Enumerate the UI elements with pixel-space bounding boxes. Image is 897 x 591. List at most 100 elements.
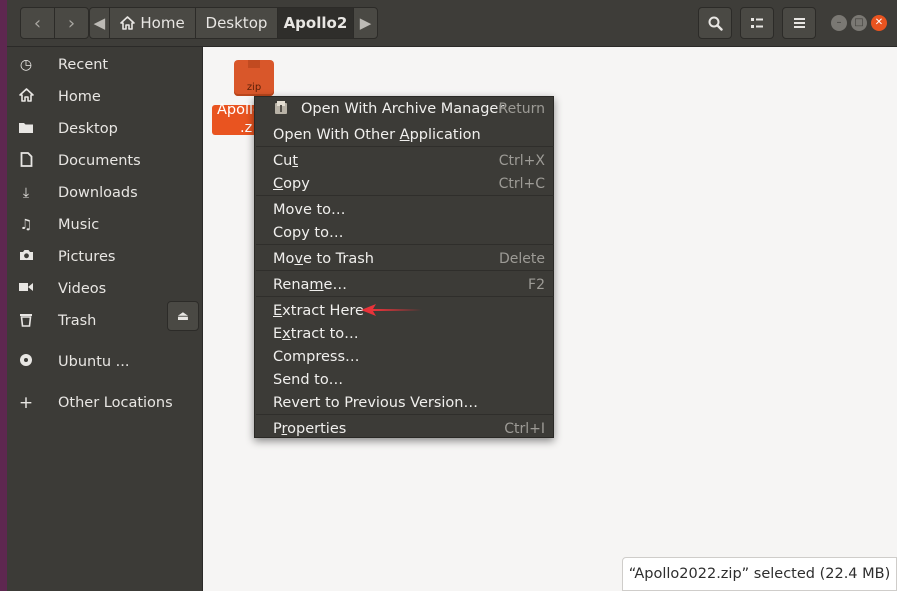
menu-item-label: Properties — [273, 420, 347, 437]
path-scroll-right-button[interactable]: ▶ — [354, 8, 377, 38]
sidebar-item-label: Home — [58, 89, 101, 105]
maximize-icon: □ — [854, 17, 864, 28]
selection-status: “Apollo2022.zip” selected (22.4 MB) — [622, 557, 897, 591]
sidebar-item-label: Ubuntu ... — [58, 354, 130, 370]
menu-item-label: Revert to Previous Version… — [273, 394, 478, 411]
sidebar-item-other-locations[interactable]: + Other Locations — [7, 387, 202, 419]
sidebar-item-desktop[interactable]: Desktop — [7, 113, 202, 145]
clock-icon: ◷ — [19, 57, 33, 73]
forward-button[interactable]: › — [55, 8, 88, 38]
app-menu-button[interactable] — [782, 7, 816, 39]
sidebar-item-label: Desktop — [58, 121, 118, 137]
menu-separator — [256, 270, 554, 271]
menu-item-move-to[interactable]: Move to… — [255, 198, 553, 221]
menu-separator — [256, 296, 554, 297]
menu-item-label: Cut — [273, 152, 299, 169]
menu-item-label: Open With Archive Manager — [301, 100, 505, 117]
menu-item-label: Extract Here — [273, 302, 364, 319]
minimize-icon: – — [836, 17, 842, 28]
menu-item-shortcut: Ctrl+X — [498, 152, 545, 169]
nav-button-group: ‹ › — [20, 7, 89, 39]
menu-separator — [256, 195, 554, 196]
path-home-label: Home — [140, 14, 185, 32]
menu-item-rename[interactable]: Rename… F2 — [255, 273, 553, 296]
hamburger-icon — [793, 18, 805, 28]
menu-item-properties[interactable]: Properties Ctrl+I — [255, 417, 553, 440]
eject-button[interactable]: ⏏ — [167, 301, 199, 331]
sidebar-item-documents[interactable]: Documents — [7, 145, 202, 177]
sidebar-item-label: Videos — [58, 281, 107, 297]
menu-item-cut[interactable]: Cut Ctrl+X — [255, 149, 553, 172]
path-desktop-label: Desktop — [205, 14, 268, 32]
sidebar-item-label: Downloads — [58, 185, 138, 201]
menu-item-shortcut: F2 — [528, 276, 545, 293]
path-home-button[interactable]: Home — [110, 8, 197, 38]
close-icon: ✕ — [874, 17, 884, 28]
sidebar-item-label: Documents — [58, 153, 141, 169]
menu-item-shortcut: Ctrl+I — [504, 420, 545, 437]
close-button[interactable]: ✕ — [871, 15, 887, 31]
sidebar-item-recent[interactable]: ◷ Recent — [7, 49, 202, 81]
breadcrumb: ◀ Home Desktop Apollo2 ▶ — [89, 7, 378, 39]
path-current-button[interactable]: Apollo2 — [277, 8, 355, 38]
home-icon — [120, 16, 136, 30]
sidebar-item-music[interactable]: ♫ Music — [7, 209, 202, 241]
menu-item-label: Extract to… — [273, 325, 359, 342]
sidebar-item-pictures[interactable]: Pictures — [7, 241, 202, 273]
menu-item-open-other-application[interactable]: Open With Other Application — [255, 123, 553, 146]
sidebar-item-home[interactable]: Home — [7, 81, 202, 113]
menu-item-label: Compress… — [273, 348, 360, 365]
menu-item-open-archive-manager[interactable]: Open With Archive Manager Return — [255, 97, 553, 120]
file-name-line2[interactable]: .z — [240, 120, 252, 136]
menu-item-label: Open With Other Application — [273, 126, 481, 143]
sidebar-item-ubuntu-volume[interactable]: Ubuntu ... — [7, 346, 202, 378]
path-scroll-left-button[interactable]: ◀ — [90, 8, 110, 38]
menu-separator — [256, 146, 554, 147]
sidebar-item-label: Recent — [58, 57, 109, 73]
annotation-arrow-icon — [361, 304, 422, 316]
path-desktop-button[interactable]: Desktop — [196, 8, 278, 38]
eject-icon: ⏏ — [176, 308, 190, 324]
back-button[interactable]: ‹ — [21, 8, 54, 38]
context-menu: Open With Archive Manager Return Open Wi… — [254, 96, 554, 438]
sidebar-item-downloads[interactable]: ⤓ Downloads — [7, 177, 202, 209]
trash-icon — [16, 312, 36, 331]
video-icon — [16, 281, 36, 297]
menu-item-compress[interactable]: Compress… — [255, 345, 553, 368]
sidebar-item-label: Pictures — [58, 249, 116, 265]
maximize-button[interactable]: □ — [851, 15, 867, 31]
menu-item-label: Copy to… — [273, 224, 344, 241]
minimize-button[interactable]: – — [831, 15, 847, 31]
zip-file-icon[interactable]: zip — [234, 60, 274, 96]
list-view-icon — [751, 18, 763, 28]
header-bar: ‹ › ◀ Home Desktop Apollo2 ▶ – □ ✕ — [7, 0, 897, 47]
menu-item-move-to-trash[interactable]: Move to Trash Delete — [255, 247, 553, 270]
menu-item-extract-to[interactable]: Extract to… — [255, 322, 553, 345]
path-current-label: Apollo2 — [283, 14, 348, 32]
menu-item-send-to[interactable]: Send to… — [255, 368, 553, 391]
document-icon — [16, 151, 36, 171]
disc-icon — [16, 353, 36, 371]
search-button[interactable] — [698, 7, 732, 39]
sidebar-item-label: Trash — [58, 313, 97, 329]
menu-item-revert-version[interactable]: Revert to Previous Version… — [255, 391, 553, 414]
menu-item-label: Move to Trash — [273, 250, 374, 267]
menu-item-shortcut: Delete — [499, 250, 545, 267]
menu-item-copy-to[interactable]: Copy to… — [255, 221, 553, 244]
home-icon — [16, 88, 36, 106]
sidebar-item-label: Other Locations — [58, 395, 173, 411]
menu-item-copy[interactable]: Copy Ctrl+C — [255, 172, 553, 195]
zip-icon-label: zip — [246, 82, 262, 93]
sidebar-item-label: Music — [58, 217, 100, 233]
search-icon — [708, 16, 723, 31]
menu-separator — [256, 244, 554, 245]
menu-separator — [256, 414, 554, 415]
menu-item-label: Rename… — [273, 276, 347, 293]
download-icon: ⤓ — [22, 185, 30, 201]
folder-icon — [16, 121, 36, 138]
menu-item-shortcut: Ctrl+C — [498, 175, 545, 192]
archive-manager-icon — [275, 101, 287, 114]
view-toggle-button[interactable] — [740, 7, 774, 39]
sidebar: ◷ Recent Home Desktop Documents ⤓ Downlo… — [7, 47, 202, 591]
music-icon: ♫ — [19, 217, 33, 233]
